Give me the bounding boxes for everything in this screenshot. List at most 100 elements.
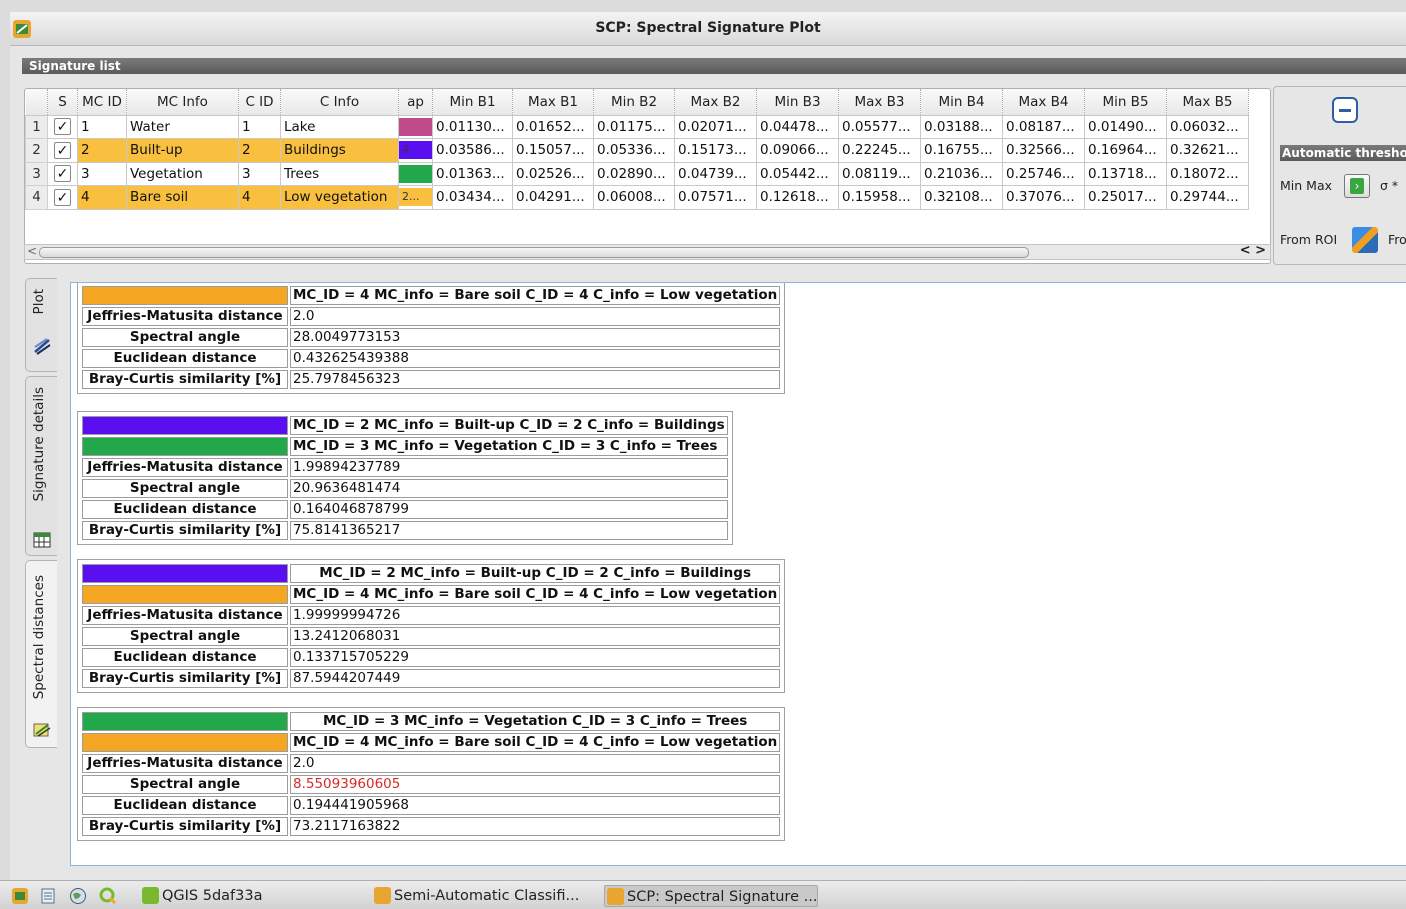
band-value-cell[interactable]: 0.08119...: [838, 161, 921, 186]
column-header-min-b4[interactable]: Min B4: [920, 89, 1003, 116]
band-value-cell[interactable]: 0.01130...: [432, 114, 513, 139]
column-header-c-id[interactable]: C ID: [238, 89, 281, 116]
band-value-cell[interactable]: 0.13718...: [1084, 161, 1167, 186]
band-value-cell[interactable]: 0.06032...: [1166, 114, 1249, 139]
signature-row[interactable]: 1 ✓ 1 Water 1 Lake 0.01130... 0.01652... 0.01175…: [25, 114, 1249, 139]
tab-signature-details[interactable]: Signature details: [25, 376, 57, 556]
c-id-cell[interactable]: 2: [238, 138, 281, 163]
column-header-c-info[interactable]: C Info: [280, 89, 399, 116]
band-value-cell[interactable]: 0.07571...: [674, 185, 757, 210]
band-value-cell[interactable]: 0.04291...: [512, 185, 594, 210]
mc-info-cell[interactable]: Water: [126, 114, 239, 139]
c-id-cell[interactable]: 1: [238, 114, 281, 139]
column-header-s[interactable]: S: [47, 89, 78, 116]
band-value-cell[interactable]: 0.04478...: [756, 114, 839, 139]
select-checkbox[interactable]: ✓: [54, 165, 71, 183]
mc-id-cell[interactable]: 4: [77, 185, 127, 210]
band-value-cell[interactable]: 0.03188...: [920, 114, 1003, 139]
band-value-cell[interactable]: 0.01175...: [593, 114, 675, 139]
c-id-cell[interactable]: 3: [238, 161, 281, 186]
band-value-cell[interactable]: 0.04739...: [674, 161, 757, 186]
column-header-max-b5[interactable]: Max B5: [1166, 89, 1249, 116]
band-value-cell[interactable]: 0.21036...: [920, 161, 1003, 186]
band-value-cell[interactable]: 0.01490...: [1084, 114, 1167, 139]
signature-row[interactable]: 3 ✓ 3 Vegetation 3 Trees 0.01363... 0.02526... 0…: [25, 161, 1249, 186]
c-id-cell[interactable]: 4: [238, 185, 281, 210]
tab-spectral-distances[interactable]: Spectral distances: [25, 560, 57, 748]
horizontal-scrollbar[interactable]: < < >: [24, 243, 1271, 260]
taskbar-item[interactable]: Semi-Automatic Classifi...: [372, 885, 579, 907]
color-swatch[interactable]: 4: [399, 141, 432, 160]
scrollbar-handle[interactable]: [39, 247, 1029, 258]
color-cell[interactable]: 2...: [398, 185, 433, 210]
c-info-cell[interactable]: Low vegetation: [280, 185, 399, 210]
qgis-launcher-icon[interactable]: [99, 887, 117, 905]
tab-plot[interactable]: Plot: [25, 278, 57, 372]
select-checkbox[interactable]: ✓: [54, 188, 71, 206]
taskbar-item[interactable]: QGIS 5daf33a: [140, 885, 263, 907]
c-info-cell[interactable]: Buildings: [280, 138, 399, 163]
column-header-color[interactable]: ap: [398, 89, 433, 116]
band-value-cell[interactable]: 0.15173...: [674, 138, 757, 163]
band-value-cell[interactable]: 0.25746...: [1002, 161, 1085, 186]
spectral-distances-pane[interactable]: MC_ID = 4 MC_info = Bare soil C_ID = 4 C…: [70, 282, 1406, 866]
select-checkbox[interactable]: ✓: [54, 118, 71, 136]
color-swatch[interactable]: [399, 117, 432, 136]
band-value-cell[interactable]: 0.06008...: [593, 185, 675, 210]
band-value-cell[interactable]: 0.15057...: [512, 138, 594, 163]
band-value-cell[interactable]: 0.02526...: [512, 161, 594, 186]
band-value-cell[interactable]: 0.16964...: [1084, 138, 1167, 163]
color-cell[interactable]: [398, 114, 433, 139]
select-checkbox-cell[interactable]: ✓: [47, 161, 78, 186]
color-cell[interactable]: 4: [398, 138, 433, 163]
taskbar-item[interactable]: SCP: Spectral Signature ...: [604, 885, 819, 907]
column-header-min-b1[interactable]: Min B1: [432, 89, 513, 116]
mc-info-cell[interactable]: Vegetation: [126, 161, 239, 186]
band-value-cell[interactable]: 0.01652...: [512, 114, 594, 139]
color-swatch[interactable]: [399, 164, 432, 183]
mc-id-cell[interactable]: 2: [77, 138, 127, 163]
band-value-cell[interactable]: 0.02890...: [593, 161, 675, 186]
select-checkbox-cell[interactable]: ✓: [47, 138, 78, 163]
band-value-cell[interactable]: 0.08187...: [1002, 114, 1085, 139]
title-bar[interactable]: SCP: Spectral Signature Plot: [10, 12, 1406, 46]
scroll-right-icon[interactable]: < >: [1240, 243, 1266, 258]
band-value-cell[interactable]: 0.02071...: [674, 114, 757, 139]
band-value-cell[interactable]: 0.37076...: [1002, 185, 1085, 210]
column-header-mc-info[interactable]: MC Info: [126, 89, 239, 116]
column-header-max-b2[interactable]: Max B2: [674, 89, 757, 116]
select-checkbox-cell[interactable]: ✓: [47, 114, 78, 139]
band-value-cell[interactable]: 0.05577...: [838, 114, 921, 139]
files-icon[interactable]: [39, 887, 57, 905]
signature-row[interactable]: 2 ✓ 2 Built-up 2 Buildings 4 0.03586... 0.15057.…: [25, 138, 1249, 163]
select-checkbox-cell[interactable]: ✓: [47, 185, 78, 210]
mc-info-cell[interactable]: Bare soil: [126, 185, 239, 210]
mc-info-cell[interactable]: Built-up: [126, 138, 239, 163]
mc-id-cell[interactable]: 1: [77, 114, 127, 139]
column-header-max-b4[interactable]: Max B4: [1002, 89, 1085, 116]
column-header-min-b3[interactable]: Min B3: [756, 89, 839, 116]
min-max-run-button[interactable]: ›: [1344, 174, 1370, 198]
c-info-cell[interactable]: Trees: [280, 161, 399, 186]
band-value-cell[interactable]: 0.03586...: [432, 138, 513, 163]
column-header-min-b5[interactable]: Min B5: [1084, 89, 1167, 116]
mc-id-cell[interactable]: 3: [77, 161, 127, 186]
remove-signature-button[interactable]: [1332, 97, 1358, 123]
band-value-cell[interactable]: 0.25017...: [1084, 185, 1167, 210]
column-header-max-b1[interactable]: Max B1: [512, 89, 594, 116]
column-header-min-b2[interactable]: Min B2: [593, 89, 675, 116]
band-value-cell[interactable]: 0.16755...: [920, 138, 1003, 163]
band-value-cell[interactable]: 0.32566...: [1002, 138, 1085, 163]
scp-launcher-icon[interactable]: [11, 887, 29, 905]
band-value-cell[interactable]: 0.01363...: [432, 161, 513, 186]
band-value-cell[interactable]: 0.32108...: [920, 185, 1003, 210]
band-value-cell[interactable]: 0.32621...: [1166, 138, 1249, 163]
band-value-cell[interactable]: 0.22245...: [838, 138, 921, 163]
column-header-max-b3[interactable]: Max B3: [838, 89, 921, 116]
band-value-cell[interactable]: 0.05336...: [593, 138, 675, 163]
column-header-mc-id[interactable]: MC ID: [77, 89, 127, 116]
band-value-cell[interactable]: 0.05442...: [756, 161, 839, 186]
band-value-cell[interactable]: 0.12618...: [756, 185, 839, 210]
color-cell[interactable]: [398, 161, 433, 186]
signature-table[interactable]: S MC ID MC Info C ID C Info ap Min B1 Max B1 Min…: [24, 88, 1271, 264]
